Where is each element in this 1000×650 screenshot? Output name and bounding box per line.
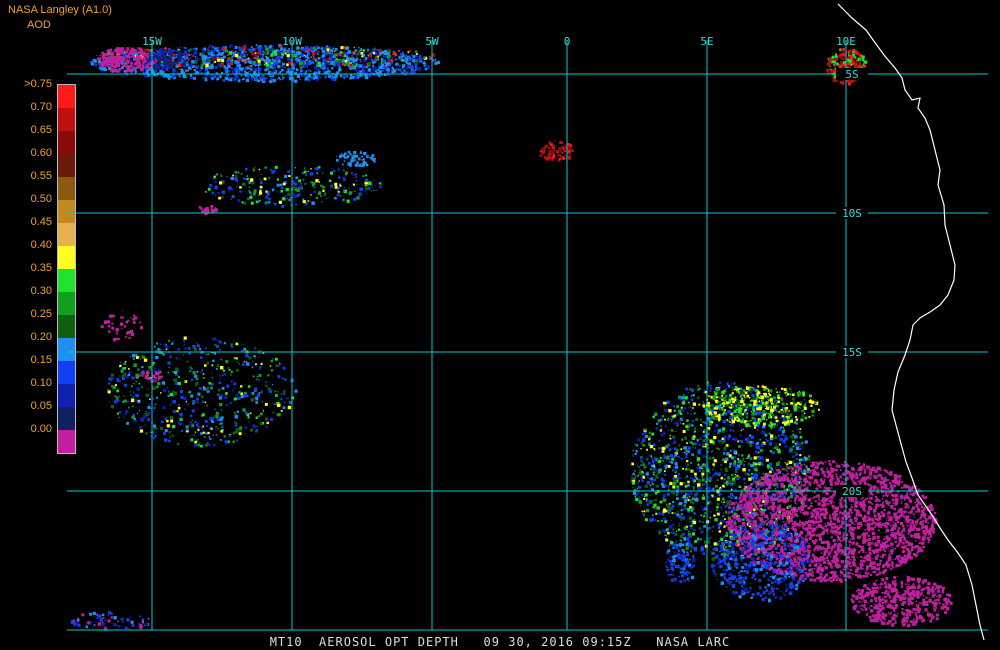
longitude-label: 10W bbox=[282, 35, 302, 48]
aod-data-layer bbox=[70, 44, 953, 632]
footer-caption: MT10 AEROSOL OPT DEPTH 09 30, 2016 09:15… bbox=[269, 635, 731, 649]
latitude-label: 5S bbox=[845, 68, 858, 81]
latitude-label: 20S bbox=[842, 485, 862, 498]
aod-map: 15W 10W 5W 0 5E 10E 5S 10S 15S 20S bbox=[67, 3, 988, 641]
longitude-label: 5E bbox=[700, 35, 713, 48]
longitude-label: 15W bbox=[142, 35, 162, 48]
longitude-label: 10E bbox=[836, 35, 856, 48]
longitude-label: 5W bbox=[425, 35, 439, 48]
latitude-label: 10S bbox=[842, 207, 862, 220]
latitude-label: 15S bbox=[842, 346, 862, 359]
grid-labels: 15W 10W 5W 0 5E 10E 5S 10S 15S 20S bbox=[142, 35, 868, 498]
longitude-label: 0 bbox=[564, 35, 571, 48]
